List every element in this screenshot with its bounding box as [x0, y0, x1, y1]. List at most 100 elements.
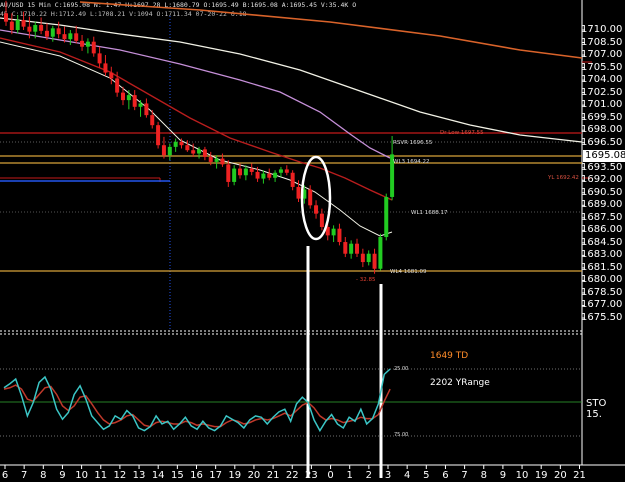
moving-average-red	[0, 37, 393, 201]
price-tick-label: 1683.00	[581, 249, 623, 261]
candle-body	[355, 243, 359, 254]
time-tick-label: 7	[461, 470, 468, 481]
moving-average-fast	[0, 41, 393, 237]
candle-body	[378, 237, 383, 269]
td-label: 1649 TD	[430, 351, 469, 361]
time-tick-label: 9	[499, 470, 507, 481]
level-label-wl4: WL4 1681.09	[390, 269, 427, 275]
candle-body	[121, 92, 125, 101]
candle-body	[226, 164, 231, 182]
level-label-wl3: WL3 1694.22	[393, 159, 430, 165]
time-tick-label: 14	[151, 470, 165, 481]
price-tick-label: 1704.00	[581, 74, 623, 86]
level-label-rsvr: RSVR 1696.55	[393, 140, 433, 146]
candle-body	[132, 95, 137, 107]
candle-body	[249, 168, 254, 172]
candle-body	[21, 19, 26, 27]
time-tick-label: 11	[94, 470, 108, 481]
time-tick-label: 13	[132, 470, 146, 481]
level-label-wl1: WL1 1688.17	[411, 210, 448, 216]
price-tick-label: 1705.50	[581, 61, 623, 73]
time-tick-label: 21	[573, 470, 586, 481]
candle-body	[243, 168, 248, 176]
candle-body	[39, 24, 44, 31]
time-tick-label: 21	[266, 470, 280, 481]
candle-body	[308, 189, 313, 206]
candle-body	[144, 103, 149, 116]
time-tick-label: 1	[346, 470, 353, 481]
time-tick-label: 2	[365, 470, 373, 481]
price-tick-label: 1692.00	[581, 174, 623, 186]
candle-body	[366, 253, 371, 263]
candle-body	[33, 24, 38, 32]
time-tick-label: 8	[40, 470, 47, 481]
candle-body	[9, 21, 14, 30]
moving-average-slow	[0, 17, 583, 143]
level-label-yl: YL 1692.42	[548, 175, 579, 181]
price-tick-label: 1686.00	[581, 224, 623, 236]
time-tick-label: 10	[515, 470, 529, 481]
candle-body	[138, 103, 143, 107]
price-chart[interactable]	[0, 0, 625, 482]
time-tick-label: 20	[247, 470, 261, 481]
candle-body	[360, 253, 365, 263]
candle-body	[179, 141, 184, 146]
yrange-label: 2202 YRange	[430, 378, 490, 388]
time-tick-label: 16	[190, 470, 203, 481]
price-tick-label: 1707.00	[581, 49, 623, 61]
candle-body	[238, 168, 242, 176]
stochastic-slow-line	[3, 384, 391, 428]
price-tick-label: 1690.50	[581, 186, 623, 198]
candle-body	[126, 95, 131, 101]
level-label-dr-low: Dr Low 1697.55	[440, 130, 484, 136]
candle-body	[97, 53, 102, 64]
candle-body	[202, 149, 207, 157]
candle-body	[278, 169, 283, 173]
candle-body	[185, 145, 190, 151]
time-tick-label: 6	[1, 470, 9, 481]
price-tick-label: 1699.50	[581, 111, 623, 123]
time-tick-label: 7	[20, 470, 28, 481]
level-label-minus: - 32.85	[356, 277, 376, 283]
chart-window: AU/USD 15 Min C:1695.08 N: 1.47 H:1697.2…	[0, 0, 625, 482]
candle-body	[337, 228, 342, 243]
stochastic-label: STO 15.	[586, 398, 607, 420]
time-tick-label: 0	[327, 470, 334, 481]
time-tick-label: 10	[75, 470, 88, 481]
price-tick-label: 1681.50	[581, 261, 623, 273]
time-tick-label: 6	[442, 470, 449, 481]
candle-body	[68, 33, 73, 40]
time-tick-label: 23	[305, 470, 318, 481]
candle-body	[56, 28, 61, 35]
candle-body	[50, 28, 55, 37]
candle-body	[261, 173, 266, 179]
price-tick-label: 1702.50	[581, 86, 623, 98]
candle-body	[214, 158, 219, 162]
candle-body	[255, 171, 260, 179]
time-tick-label: 19	[228, 470, 242, 481]
candle-body	[197, 149, 202, 154]
candle-body	[85, 41, 90, 47]
indicator-level-75: 75.00	[394, 432, 409, 438]
current-price-badge: 1695.08	[583, 150, 625, 162]
candle-body	[80, 40, 85, 47]
candle-body	[208, 156, 213, 162]
price-tick-label: 1698.00	[581, 124, 623, 136]
candle-body	[115, 78, 120, 93]
candle-body	[290, 172, 295, 187]
candle-body	[91, 41, 96, 54]
candle-body	[191, 150, 196, 154]
candle-body	[150, 115, 155, 126]
indicator-level-25: 25.00	[394, 366, 409, 372]
price-tick-label: 1678.50	[581, 286, 623, 298]
candle-body	[384, 196, 389, 238]
moving-average-violet	[0, 29, 391, 159]
candle-body	[103, 63, 108, 73]
time-tick-label: 22	[285, 470, 299, 481]
time-tick-label: 17	[209, 470, 223, 481]
time-tick-label: 20	[553, 470, 567, 481]
time-tick-label: 12	[113, 470, 127, 481]
price-tick-label: 1701.00	[581, 99, 623, 111]
candle-body	[314, 205, 319, 214]
candle-body	[44, 30, 49, 37]
